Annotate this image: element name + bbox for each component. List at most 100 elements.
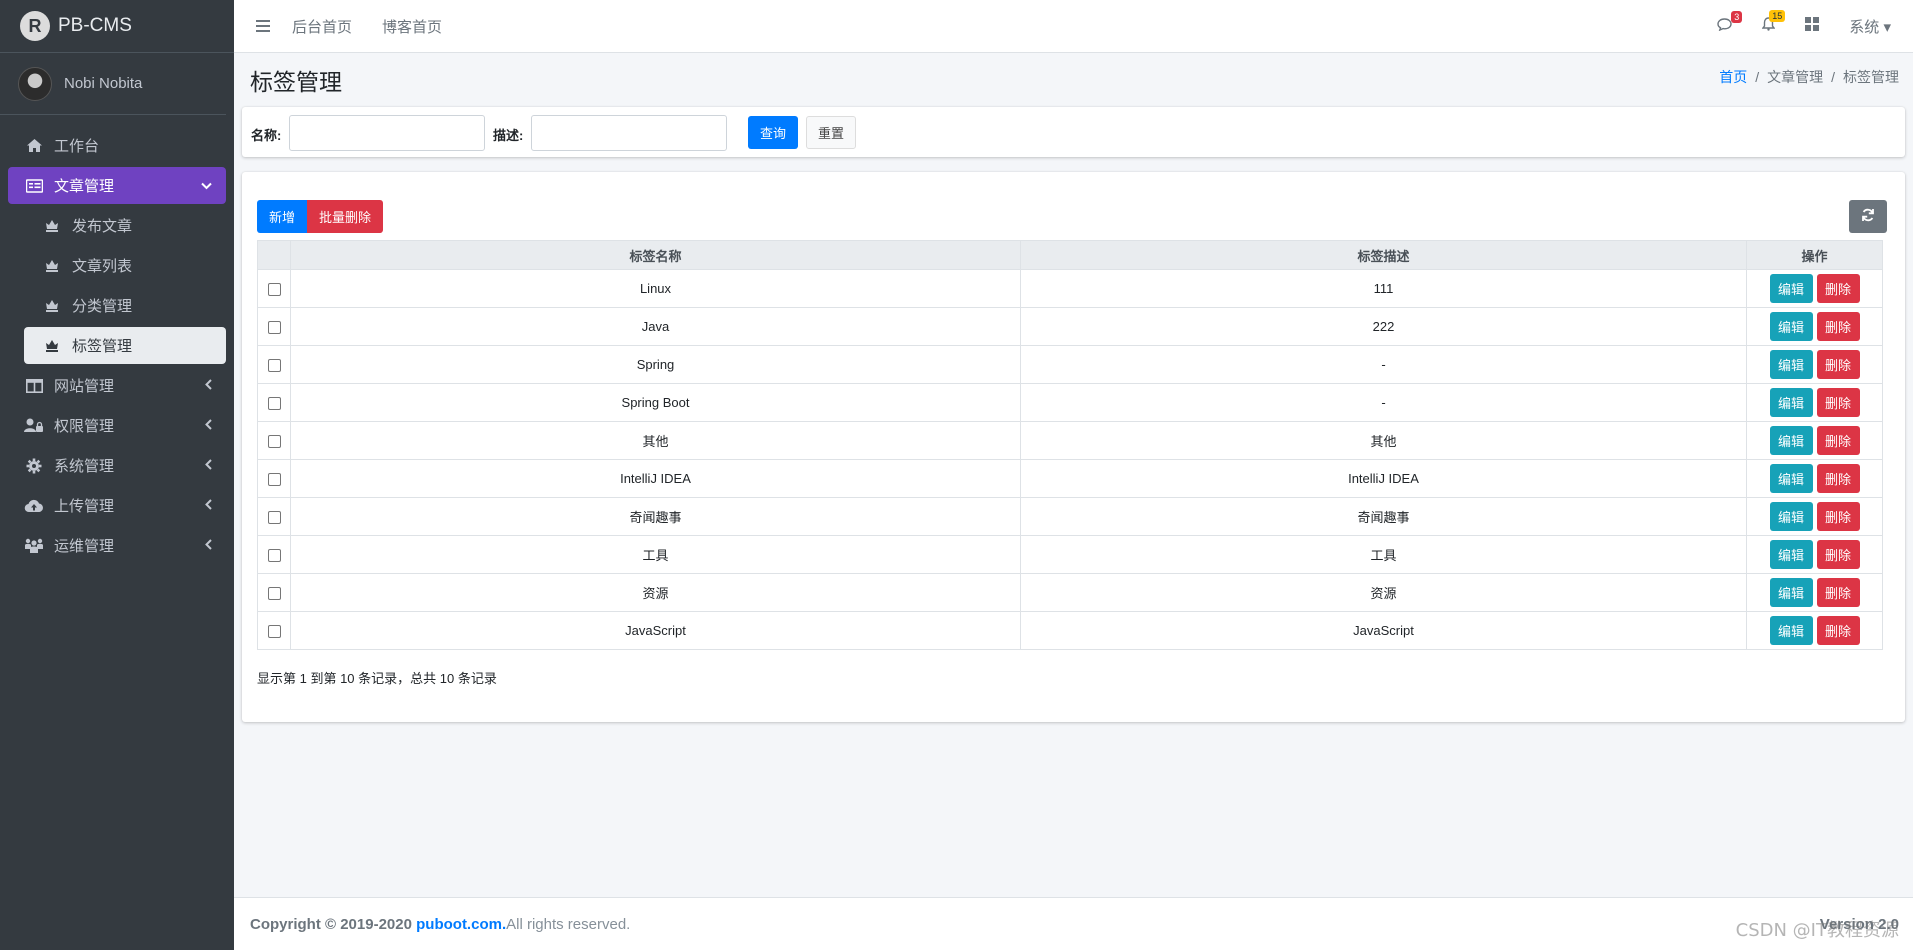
sidebar-item-label: 上传管理 bbox=[54, 498, 115, 515]
blog-home-link[interactable]: 博客首页 bbox=[382, 16, 442, 37]
top-navbar: 后台首页 博客首页 3 15 系统 ▾ bbox=[234, 0, 1913, 53]
select-all-checkbox[interactable] bbox=[257, 240, 291, 270]
row-checkbox-cell bbox=[257, 345, 291, 384]
row-checkbox[interactable] bbox=[267, 587, 281, 601]
edit-button[interactable]: 编辑 bbox=[1769, 388, 1813, 417]
sidebar-item-articles[interactable]: 文章管理 bbox=[8, 167, 226, 204]
table-row: Linux 111 编辑 删除 bbox=[257, 269, 1883, 308]
desc-input[interactable] bbox=[531, 115, 727, 151]
sidebar-item-upload[interactable]: 上传管理 bbox=[8, 487, 226, 524]
table-header-row: 标签名称 标签描述 操作 bbox=[257, 240, 1883, 270]
delete-button[interactable]: 删除 bbox=[1816, 350, 1860, 379]
watermark: CSDN @IT教程资源 bbox=[1735, 920, 1899, 941]
delete-button[interactable]: 删除 bbox=[1816, 616, 1860, 645]
sidebar-item-label: 工作台 bbox=[54, 138, 100, 155]
messages-button[interactable]: 3 bbox=[1717, 10, 1743, 36]
edit-button[interactable]: 编辑 bbox=[1769, 426, 1813, 455]
batch-delete-button[interactable]: 批量删除 bbox=[307, 200, 383, 233]
row-checkbox[interactable] bbox=[267, 473, 281, 487]
brand-link[interactable]: R PB-CMS bbox=[0, 0, 234, 53]
edit-button[interactable]: 编辑 bbox=[1769, 312, 1813, 341]
user-name: Nobi Nobita bbox=[64, 75, 143, 92]
row-checkbox[interactable] bbox=[267, 511, 281, 525]
sidebar-item-label: 网站管理 bbox=[54, 378, 115, 395]
sidebar-item-permissions[interactable]: 权限管理 bbox=[8, 407, 226, 444]
sidebar-item-category[interactable]: 分类管理 bbox=[24, 287, 226, 324]
column-header-desc[interactable]: 标签描述 bbox=[1020, 240, 1747, 270]
sidebar-item-system[interactable]: 系统管理 bbox=[8, 447, 226, 484]
sidebar-item-ops[interactable]: 运维管理 bbox=[8, 527, 226, 564]
breadcrumb-item: 文章管理 bbox=[1767, 69, 1824, 85]
edit-button[interactable]: 编辑 bbox=[1769, 464, 1813, 493]
sidebar-item-website[interactable]: 网站管理 bbox=[8, 367, 226, 404]
apps-grid-icon[interactable] bbox=[1805, 17, 1820, 36]
delete-button[interactable]: 删除 bbox=[1816, 426, 1860, 455]
add-button[interactable]: 新增 bbox=[257, 200, 307, 233]
delete-button[interactable]: 删除 bbox=[1816, 312, 1860, 341]
tag-desc-cell: 222 bbox=[1020, 307, 1747, 346]
breadcrumb-separator: / bbox=[1755, 69, 1760, 85]
delete-button[interactable]: 删除 bbox=[1816, 578, 1860, 607]
delete-button[interactable]: 删除 bbox=[1816, 388, 1860, 417]
menu-toggle-icon[interactable] bbox=[256, 16, 270, 37]
notifications-button[interactable]: 15 bbox=[1761, 10, 1786, 36]
row-checkbox[interactable] bbox=[267, 549, 281, 563]
table-row: 奇闻趣事 奇闻趣事 编辑 删除 bbox=[257, 497, 1883, 536]
row-checkbox[interactable] bbox=[267, 321, 281, 335]
footer-site-link[interactable]: puboot.com. bbox=[416, 916, 506, 933]
sidebar-item-publish-article[interactable]: 发布文章 bbox=[24, 207, 226, 244]
tag-name-cell: IntelliJ IDEA bbox=[290, 459, 1021, 498]
breadcrumb-home-link[interactable]: 首页 bbox=[1719, 69, 1747, 85]
tag-name-cell: JavaScript bbox=[290, 611, 1021, 650]
messages-badge: 3 bbox=[1731, 10, 1743, 23]
sidebar-item-label: 标签管理 bbox=[72, 338, 133, 355]
tag-desc-cell: 资源 bbox=[1020, 573, 1747, 612]
delete-button[interactable]: 删除 bbox=[1816, 274, 1860, 303]
row-checkbox[interactable] bbox=[267, 283, 281, 297]
row-checkbox[interactable] bbox=[267, 359, 281, 373]
chevron-left-icon bbox=[205, 418, 212, 433]
table-row: 其他 其他 编辑 删除 bbox=[257, 421, 1883, 460]
sidebar-item-tags[interactable]: 标签管理 bbox=[24, 327, 226, 364]
tag-desc-cell: 其他 bbox=[1020, 421, 1747, 460]
edit-button[interactable]: 编辑 bbox=[1769, 274, 1813, 303]
query-button[interactable]: 查询 bbox=[748, 116, 798, 149]
refresh-button[interactable] bbox=[1849, 200, 1887, 233]
name-input[interactable] bbox=[289, 115, 485, 151]
column-header-name[interactable]: 标签名称 bbox=[290, 240, 1021, 270]
sidebar: R PB-CMS Nobi Nobita 工作台 文章管理 发布文章 文章列表 … bbox=[0, 0, 234, 950]
actions-cell: 编辑 删除 bbox=[1746, 307, 1883, 346]
sidebar-item-label: 分类管理 bbox=[72, 298, 133, 315]
edit-button[interactable]: 编辑 bbox=[1769, 502, 1813, 531]
chevron-left-icon bbox=[205, 458, 212, 473]
chess-icon bbox=[42, 258, 62, 273]
edit-button[interactable]: 编辑 bbox=[1769, 616, 1813, 645]
edit-button[interactable]: 编辑 bbox=[1769, 350, 1813, 379]
actions-cell: 编辑 删除 bbox=[1746, 611, 1883, 650]
desc-label: 描述: bbox=[493, 128, 524, 143]
actions-cell: 编辑 删除 bbox=[1746, 573, 1883, 612]
sidebar-item-article-list[interactable]: 文章列表 bbox=[24, 247, 226, 284]
sidebar-nav: 工作台 文章管理 发布文章 文章列表 分类管理 标签管理 网站管理 权限管理 系… bbox=[0, 115, 234, 564]
edit-button[interactable]: 编辑 bbox=[1769, 578, 1813, 607]
row-checkbox-cell bbox=[257, 535, 291, 574]
row-checkbox[interactable] bbox=[267, 435, 281, 449]
avatar bbox=[18, 66, 52, 101]
tag-desc-cell: 工具 bbox=[1020, 535, 1747, 574]
actions-cell: 编辑 删除 bbox=[1746, 497, 1883, 536]
delete-button[interactable]: 删除 bbox=[1816, 502, 1860, 531]
admin-home-link[interactable]: 后台首页 bbox=[292, 16, 352, 37]
user-panel[interactable]: Nobi Nobita bbox=[0, 53, 226, 115]
system-dropdown[interactable]: 系统 ▾ bbox=[1849, 16, 1891, 37]
tag-desc-cell: - bbox=[1020, 383, 1747, 422]
row-checkbox[interactable] bbox=[267, 397, 281, 411]
tags-table: 标签名称 标签描述 操作 Linux 111 编辑 删除 Java 222 编辑删… bbox=[257, 240, 1883, 650]
delete-button[interactable]: 删除 bbox=[1816, 540, 1860, 569]
delete-button[interactable]: 删除 bbox=[1816, 464, 1860, 493]
edit-button[interactable]: 编辑 bbox=[1769, 540, 1813, 569]
actions-cell: 编辑 删除 bbox=[1746, 383, 1883, 422]
reset-button[interactable]: 重置 bbox=[806, 116, 856, 149]
sidebar-item-dashboard[interactable]: 工作台 bbox=[8, 127, 226, 164]
row-checkbox[interactable] bbox=[267, 625, 281, 639]
caret-down-icon: ▾ bbox=[1883, 19, 1891, 36]
